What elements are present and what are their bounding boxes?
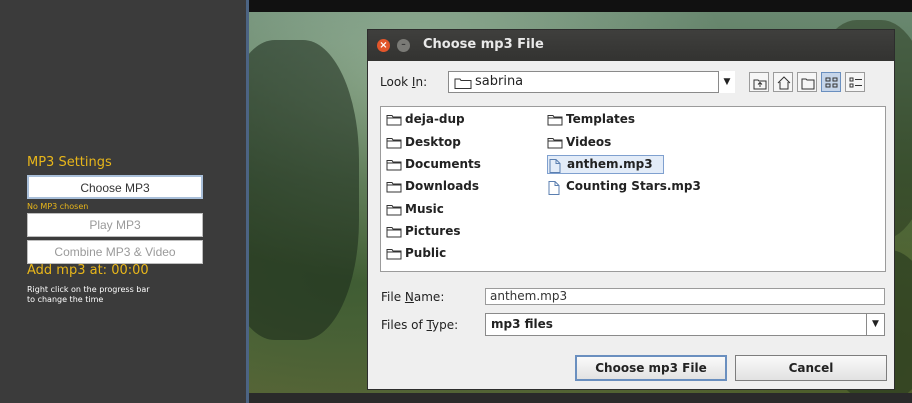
- hint-line-1: Right click on the progress bar: [27, 285, 150, 294]
- files-of-type-label: Files of Type:: [381, 318, 459, 332]
- video-top-border: [249, 0, 912, 12]
- hint-line-2: to change the time: [27, 295, 104, 304]
- file-name-label: File Name:: [381, 290, 445, 304]
- new-folder-button[interactable]: [797, 72, 817, 92]
- play-mp3-button[interactable]: Play MP3: [27, 213, 203, 237]
- file-list[interactable]: deja-dup Desktop Documents Downloads Music Pi…: [380, 106, 886, 272]
- new-folder-icon: [801, 78, 815, 90]
- file-list-item-name: Templates: [566, 112, 636, 126]
- video-foliage: [249, 40, 359, 340]
- folder-icon: [386, 204, 402, 219]
- up-folder-button[interactable]: [749, 72, 769, 92]
- file-list-item-name: Downloads: [405, 179, 480, 193]
- dialog-title: Choose mp3 File: [423, 37, 544, 52]
- details-view-button[interactable]: [845, 72, 865, 92]
- file-icon: [548, 159, 562, 176]
- file-list-item-name: anthem.mp3: [567, 157, 653, 171]
- folder-icon: [386, 181, 402, 196]
- folder-icon: [547, 137, 563, 152]
- look-in-label: Look In:: [380, 75, 428, 89]
- chevron-down-icon[interactable]: ▼: [866, 314, 884, 335]
- folder-icon: [386, 226, 402, 241]
- file-list-item-name: Videos: [566, 135, 612, 149]
- folder-icon: [454, 78, 472, 89]
- mp3-status-text: No MP3 chosen: [27, 202, 89, 211]
- file-list-item-name: deja-dup: [405, 112, 465, 126]
- list-view-button[interactable]: [821, 72, 841, 92]
- minimize-icon[interactable]: –: [397, 39, 410, 52]
- up-folder-icon: [753, 79, 767, 90]
- chevron-down-icon[interactable]: ▼: [718, 71, 735, 93]
- look-in-combo[interactable]: sabrina: [448, 71, 735, 93]
- choose-mp3-dialog: × – Choose mp3 File Look In: sabrina ▼ d…: [367, 29, 895, 390]
- file-list-item-name: Counting Stars.mp3: [566, 179, 701, 193]
- video-bottom-border: [249, 393, 912, 403]
- folder-icon: [386, 248, 402, 263]
- file-icon: [547, 181, 561, 198]
- home-icon: [777, 76, 791, 90]
- file-list-item-name: Desktop: [405, 135, 461, 149]
- folder-icon: [547, 114, 563, 129]
- file-list-item-name: Public: [405, 246, 447, 260]
- folder-icon: [386, 159, 402, 174]
- file-list-item-name: Pictures: [405, 224, 461, 238]
- home-button[interactable]: [773, 72, 793, 92]
- file-name-field[interactable]: anthem.mp3: [485, 288, 885, 305]
- file-list-item-name: Music: [405, 202, 444, 216]
- files-of-type-value: mp3 files: [491, 317, 553, 331]
- mp3-settings-panel: MP3 Settings Choose MP3 No MP3 chosen Pl…: [0, 0, 249, 403]
- progress-bar-hint: Right click on the progress bar to chang…: [27, 285, 150, 305]
- close-icon[interactable]: ×: [377, 39, 390, 52]
- folder-icon: [386, 137, 402, 152]
- cancel-button[interactable]: Cancel: [735, 355, 887, 381]
- look-in-value: sabrina: [475, 74, 524, 89]
- choose-mp3-button[interactable]: Choose MP3: [27, 175, 203, 199]
- add-mp3-at-label: Add mp3 at: 00:00: [27, 263, 149, 278]
- mp3-settings-title: MP3 Settings: [27, 155, 112, 170]
- choose-mp3-file-button[interactable]: Choose mp3 File: [575, 355, 727, 381]
- files-of-type-combo[interactable]: mp3 files ▼: [485, 313, 885, 336]
- details-view-icon: [849, 77, 862, 88]
- combine-mp3-video-button[interactable]: Combine MP3 & Video: [27, 240, 203, 264]
- file-list-item-name: Documents: [405, 157, 481, 171]
- dialog-titlebar: × – Choose mp3 File: [368, 30, 894, 61]
- folder-icon: [386, 114, 402, 129]
- list-view-icon: [825, 77, 838, 88]
- file-list-item[interactable]: anthem.mp3: [547, 155, 664, 174]
